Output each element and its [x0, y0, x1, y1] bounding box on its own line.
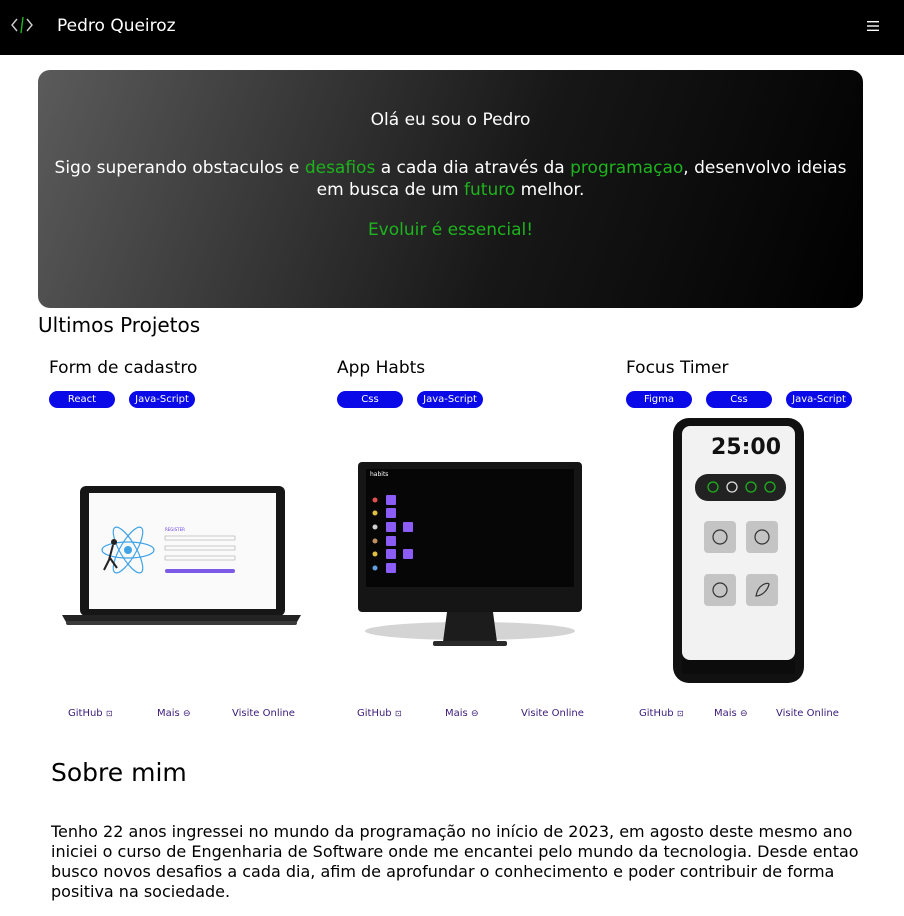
visit-online-link[interactable]: Visite Online — [776, 708, 839, 719]
tag-badge: Java-Script — [786, 391, 852, 408]
hero-highlight-programming: programaçao — [570, 158, 684, 178]
more-link-label: Mais — [157, 708, 180, 719]
hamburger-menu-icon[interactable] — [865, 18, 881, 34]
hero-greeting: Olá eu sou o Pedro — [370, 110, 531, 130]
about-section-title: Sobre mim — [51, 758, 187, 787]
more-link[interactable]: Mais ⊖ — [157, 708, 190, 719]
code-brackets-icon[interactable] — [10, 14, 34, 36]
tag-badge: Java-Script — [129, 391, 195, 408]
hero-text-part: melhor. — [515, 180, 585, 200]
github-icon: ⊡ — [105, 709, 113, 718]
more-link-label: Mais — [445, 708, 468, 719]
more-circle-icon: ⊖ — [470, 709, 479, 719]
more-circle-icon: ⊖ — [182, 709, 191, 719]
project-title: Focus Timer — [626, 358, 729, 378]
tag-badge: Java-Script — [417, 391, 483, 408]
tag-badge: React — [49, 391, 115, 408]
github-icon: ⊡ — [676, 709, 684, 718]
more-link[interactable]: Mais ⊖ — [714, 708, 747, 719]
github-link-label: GitHub — [357, 708, 392, 719]
hero-highlight-challenges: desafios — [304, 158, 376, 178]
svg-text:habits: habits — [370, 471, 388, 478]
laptop-mockup-image: REGISTER — [62, 486, 301, 625]
hero-banner: Olá eu sou o Pedro Sigo superando obstac… — [38, 70, 863, 308]
project-title: Form de cadastro — [49, 358, 198, 378]
github-link[interactable]: GitHub ⊡ — [357, 708, 402, 719]
project-card-focus-timer: Focus Timer Figma Css Java-Script 25:00 … — [626, 356, 886, 728]
more-circle-icon: ⊖ — [739, 709, 748, 719]
timer-display: 25:00 — [711, 435, 781, 460]
github-link-label: GitHub — [68, 708, 103, 719]
visit-online-link[interactable]: Visite Online — [232, 708, 295, 719]
monitor-mockup-image: habits — [358, 462, 582, 646]
more-link[interactable]: Mais ⊖ — [445, 708, 478, 719]
site-name[interactable]: Pedro Queiroz — [57, 16, 176, 36]
visit-online-link[interactable]: Visite Online — [521, 708, 584, 719]
hero-text-part: Sigo superando obstaculos e — [54, 158, 305, 178]
github-link-label: GitHub — [639, 708, 674, 719]
github-link[interactable]: GitHub ⊡ — [639, 708, 684, 719]
hero-text-part: a cada dia através da — [375, 158, 571, 178]
project-card-form: Form de cadastro React Java-Script REGIS… — [49, 356, 309, 728]
top-navbar: Pedro Queiroz — [0, 0, 904, 55]
tag-badge: Figma — [626, 391, 692, 408]
more-link-label: Mais — [714, 708, 737, 719]
about-description: Tenho 22 anos ingressei no mundo da prog… — [51, 822, 859, 901]
github-link[interactable]: GitHub ⊡ — [68, 708, 113, 719]
hero-description: Sigo superando obstaculos e desafios a c… — [52, 157, 849, 201]
projects-section-title: Ultimos Projetos — [38, 313, 201, 337]
project-card-habits: App Habts Css Java-Script habits GitHub … — [337, 356, 597, 728]
project-title: App Habts — [337, 358, 426, 378]
svg-text:REGISTER: REGISTER — [165, 527, 185, 532]
hero-highlight-future: futuro — [464, 180, 516, 200]
hero-motto: Evoluir é essencial! — [367, 220, 534, 240]
phone-mockup-image: 25:00 — [673, 418, 804, 683]
tag-badge: Css — [706, 391, 772, 408]
github-icon: ⊡ — [394, 709, 402, 718]
tag-badge: Css — [337, 391, 403, 408]
